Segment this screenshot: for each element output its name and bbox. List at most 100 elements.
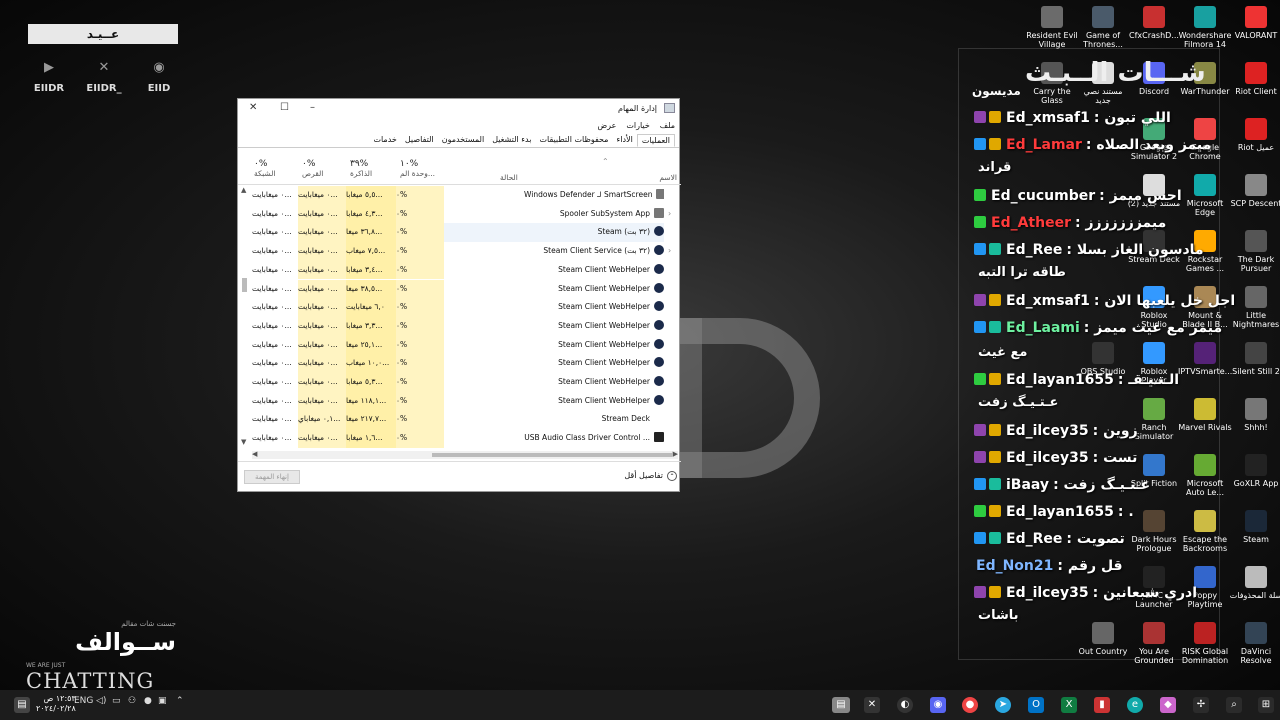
task-view-icon[interactable]: ✢	[1193, 697, 1209, 713]
chat-username: Ed_ilcey35	[1006, 585, 1089, 601]
tab-processes[interactable]: العمليات	[636, 134, 675, 147]
app-icon-2[interactable]: ◆	[1160, 697, 1176, 713]
chat-message: Ed_Ree: مادسون الغاز بسلا	[974, 242, 1204, 258]
network-icon[interactable]: ▭	[112, 696, 121, 706]
xbox-icon[interactable]: ✕	[864, 697, 880, 713]
process-row[interactable]: ٠ ميغابايت... ٠ ميغابايت... ٢٥,١ ميغا... ٠%…	[238, 335, 681, 355]
process-row[interactable]: ٠ ميغابايت... ٠ ميغابايت... ٣٨,٥ ميغا... ٠%…	[238, 279, 681, 299]
desktop-icon[interactable]: Wondershare Filmora 14	[1178, 6, 1232, 49]
menu-view[interactable]: عرض	[598, 121, 617, 130]
desktop-icon[interactable]: Resident Evil Village	[1025, 6, 1079, 49]
start-icon[interactable]: ⊞	[1258, 697, 1274, 713]
desktop-icon[interactable]: GoXLR App	[1229, 454, 1280, 488]
maximize-button[interactable]: ☐	[280, 102, 289, 113]
battery-icon[interactable]: ⚇	[128, 696, 136, 706]
chrome-taskbar-icon[interactable]: ●	[962, 697, 978, 713]
process-row[interactable]: ٠ ميغابايت... ٠ ميغابايت... ٣,٤ ميغابا... ٠…	[238, 260, 681, 280]
close-button[interactable]: ✕	[249, 102, 257, 113]
desktop-icon[interactable]: Riot عميل	[1229, 118, 1280, 152]
clock[interactable]: ١٢:٥٣ ص ٢٠٢٤/٠٢/٢٨	[36, 694, 76, 714]
process-name-label: Steam Client WebHelper	[558, 339, 650, 349]
desktop-icon[interactable]: VALORANT	[1229, 6, 1280, 40]
column-name[interactable]: الاسم	[659, 173, 677, 182]
notification-icon[interactable]: ▤	[14, 697, 30, 713]
process-row[interactable]: ٠ ميغابايت... ٠ ميغابايت... ٥,٣ ميغابا... ٠…	[238, 373, 681, 392]
chevron-up-icon[interactable]: ⌃	[176, 696, 184, 706]
outlook-icon[interactable]: O	[1028, 697, 1044, 713]
chat-message: Ed_Non21: قل رقم	[974, 558, 1123, 574]
process-row[interactable]: ٠ ميغابايت... ٠ ميغابايت... ١٠,٠ ميغاب... ٠…	[238, 354, 681, 373]
tab-users[interactable]: المستخدمون	[438, 134, 489, 147]
tab-startup[interactable]: بدء التشغيل	[488, 134, 535, 147]
desktop-icon[interactable]: Little Nightmares	[1229, 286, 1280, 329]
chat-username: iBaay	[1006, 477, 1050, 493]
chat-text: : الـتـيـقـ	[1117, 372, 1180, 388]
menu-file[interactable]: ملف	[660, 121, 675, 130]
column-cpu[interactable]: ١٠% وحدة الم...	[400, 159, 435, 178]
scroll-left-icon[interactable]: ◀	[252, 450, 257, 458]
app-icon[interactable]: ▮	[1094, 697, 1110, 713]
process-name: Windows Defender لـ SmartScreen	[524, 186, 664, 205]
process-row[interactable]: ٠ ميغابايت... ٠ ميغابايت... ٧,٥ ميغاب... ٠%…	[238, 242, 681, 261]
h-scroll-thumb[interactable]	[432, 453, 672, 457]
desktop-icon[interactable]: Riot Client	[1229, 62, 1280, 96]
search-icon[interactable]: ⌕	[1226, 697, 1242, 713]
column-memory[interactable]: ٣٩% الذاكرة	[350, 159, 372, 178]
excel-icon[interactable]: X	[1061, 697, 1077, 713]
column-status[interactable]: الحالة	[500, 173, 518, 182]
app-icon	[1143, 6, 1165, 28]
language-indicator[interactable]: ENG	[74, 696, 93, 706]
chat-username: Ed_ilcey35	[1006, 450, 1089, 466]
chat-message: Ed_Ree: تصويت	[974, 531, 1125, 547]
sort-chevron-icon: ⌃	[602, 157, 609, 166]
expand-chevron-icon[interactable]: ›	[668, 242, 671, 260]
desktop-icon[interactable]: SCP Descent	[1229, 174, 1280, 208]
desktop-icon[interactable]: Steam	[1229, 510, 1280, 544]
steam-taskbar-icon[interactable]: ◐	[897, 697, 913, 713]
process-row[interactable]: ٠ ميغابايت... ٠ ميغابايت... ٤,٣ ميغابا... ٠…	[238, 204, 681, 224]
column-network[interactable]: ٠% الشبكة	[254, 159, 276, 178]
image-icon[interactable]: ▣	[158, 696, 167, 706]
fewer-details-link[interactable]: ⌃ تفاصيل أقل	[624, 471, 677, 481]
tab-details[interactable]: التفاصيل	[401, 134, 438, 147]
process-name: Steam Client WebHelper	[524, 280, 664, 299]
volume-icon[interactable]: ◁)	[96, 696, 106, 706]
desktop-icon[interactable]: Silent Still 2	[1229, 342, 1280, 376]
column-disk[interactable]: ٠% القرص	[302, 159, 323, 178]
horizontal-scrollbar[interactable]: ◀ ▶	[252, 450, 678, 459]
scroll-right-icon[interactable]: ▶	[673, 450, 678, 458]
process-name: Spooler SubSystem App	[524, 205, 664, 224]
process-row[interactable]: ٠ ميغابايت... ٠ ميغابايت... ٣,٣ ميغابا... ٠…	[238, 316, 681, 336]
process-row[interactable]: ٠ ميغابايت... ٠ ميغابايت... ٦,٠ ميغابايت ٠%…	[238, 298, 681, 317]
process-row[interactable]: ٠ ميغابايت... ٠ ميغابايت... ١,٦ ميغابا... ٠…	[238, 429, 681, 448]
desktop-icon[interactable]: Game of Thrones...	[1076, 6, 1130, 49]
network-value: ٠ ميغابايت...	[252, 339, 292, 349]
desktop-icon[interactable]: DaVinci Resolve	[1229, 622, 1280, 665]
expand-chevron-icon[interactable]: ›	[668, 205, 671, 223]
telegram-icon[interactable]: ➤	[995, 697, 1011, 713]
title-bar[interactable]: ✕ ☐ – إدارة المهام	[238, 99, 679, 119]
discord-taskbar-icon[interactable]: ◉	[930, 697, 946, 713]
badge-icon	[974, 451, 986, 463]
menu-options[interactable]: خيارات	[626, 121, 649, 130]
tab-performance[interactable]: الأداء	[612, 134, 636, 147]
brand-banner: عــيـد	[28, 24, 178, 44]
tab-app-history[interactable]: محفوظات التطبيقات	[535, 134, 612, 147]
badge-icon	[974, 189, 986, 201]
process-row[interactable]: ٠ ميغابايت... ٠ ميغابايت... ٥,٥ ميغابا... ٠…	[238, 186, 681, 205]
desktop-icon[interactable]: سلة المحذوفات	[1229, 566, 1280, 600]
process-row[interactable]: ٠ ميغابايت... ٠ ميغابايت... ١١٨,١ ميغا... ٠…	[238, 391, 681, 411]
column-status-label: الحالة	[500, 173, 518, 182]
microphone-icon[interactable]: ●	[144, 696, 152, 706]
minimize-button[interactable]: –	[310, 102, 315, 113]
tab-services[interactable]: خدمات	[369, 134, 400, 147]
end-task-button[interactable]: إنهاء المهمة	[244, 470, 300, 484]
steam-icon	[654, 226, 664, 237]
edge-taskbar-icon[interactable]: e	[1127, 697, 1143, 713]
desktop-icon[interactable]: Shhh!	[1229, 398, 1280, 432]
desktop-icon[interactable]: CfxCrashD...	[1127, 6, 1181, 40]
desktop-icon[interactable]: The Dark Pursuer	[1229, 230, 1280, 273]
task-manager-taskbar-icon[interactable]: ▤	[832, 697, 850, 713]
process-row[interactable]: ٠ ميغابايت... ٠,١ ميغاباي... ٢١٧,٧ ميغا...…	[238, 410, 681, 430]
process-row[interactable]: ٠ ميغابايت... ٠ ميغابايت... ٣٦,٨ ميغا... ٠%…	[238, 223, 681, 243]
